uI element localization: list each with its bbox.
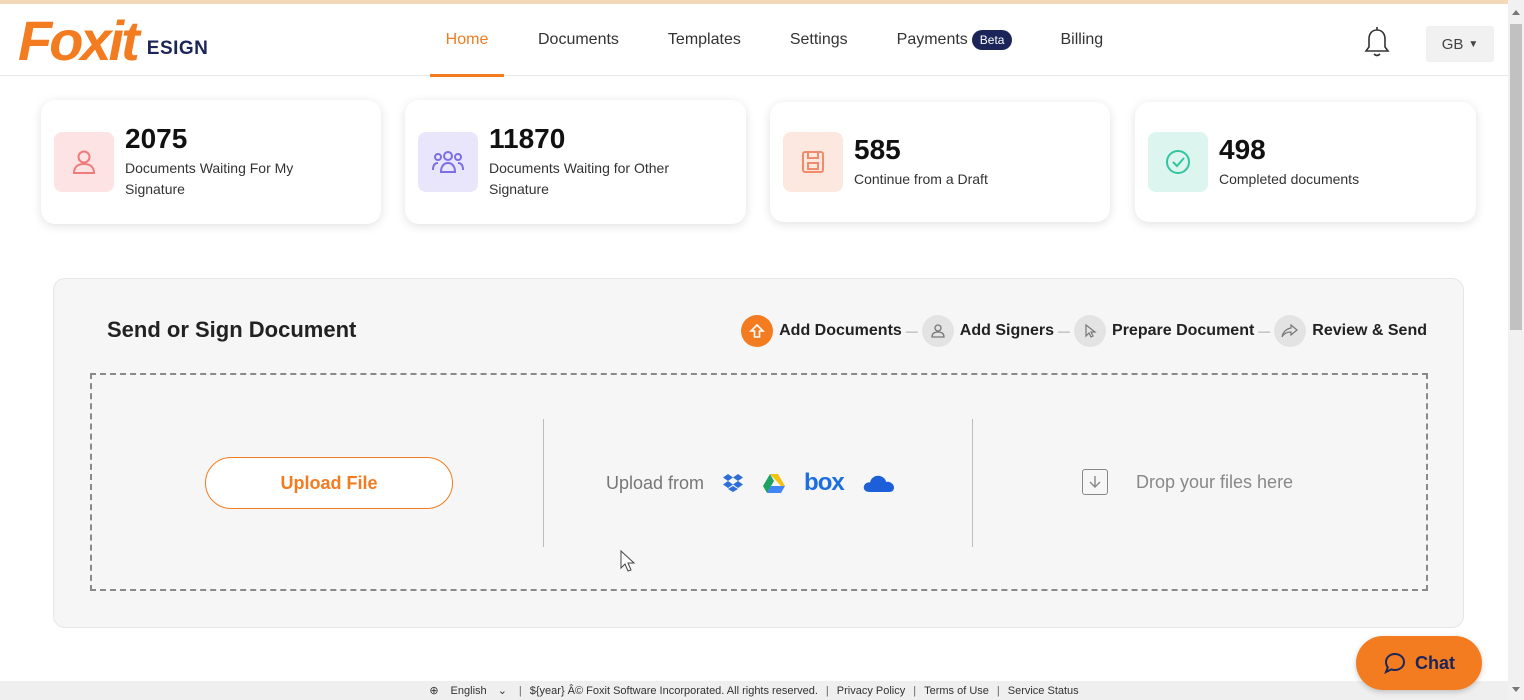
nav-settings-label: Settings (789, 31, 848, 48)
upload-from-label: Upload from (606, 472, 705, 493)
stat-label: Documents Waiting for Other Signature (489, 160, 669, 197)
save-icon (783, 132, 843, 192)
step-label: Review & Send (1312, 322, 1427, 339)
stat-card-waiting-other-signature[interactable]: 11870 Documents Waiting for Other Signat… (405, 100, 746, 224)
send-sign-panel: Send or Sign Document Add Documents — Ad… (53, 278, 1464, 628)
stat-text: 585 Continue from a Draft (854, 133, 988, 190)
step-indicator: Add Documents — Add Signers — Prepare Do… (741, 315, 1427, 347)
upload-file-label: Upload File (280, 472, 378, 493)
stat-value: 2075 (125, 123, 188, 154)
stat-card-drafts[interactable]: 585 Continue from a Draft (770, 102, 1110, 222)
chevron-down-icon: ⌄ (497, 685, 507, 697)
step-separator: — (905, 324, 918, 338)
upload-arrow-icon (741, 315, 774, 347)
dropbox-icon[interactable] (722, 473, 744, 493)
page-scrollbar[interactable] (1508, 0, 1524, 700)
separator: | (913, 684, 917, 697)
stat-label: Documents Waiting For My Signature (125, 160, 294, 197)
step-label: Add Documents (779, 322, 902, 339)
service-status-link[interactable]: Service Status (1008, 685, 1079, 697)
drop-files-area: Drop your files here (1082, 469, 1293, 495)
caret-down-icon: ▼ (1468, 38, 1479, 50)
chat-label: Chat (1415, 652, 1455, 673)
stat-value: 11870 (489, 123, 566, 154)
privacy-policy-link[interactable]: Privacy Policy (837, 685, 905, 697)
pointer-icon (1074, 315, 1107, 347)
nav-home[interactable]: Home (430, 4, 504, 77)
nav-settings[interactable]: Settings (790, 4, 848, 76)
nav-billing-label: Billing (1060, 31, 1104, 48)
nav-templates-label: Templates (667, 31, 741, 48)
chat-bubble-icon (1384, 652, 1406, 675)
step-label: Add Signers (959, 322, 1055, 339)
chat-button[interactable]: Chat (1356, 636, 1482, 690)
step-prepare-document: Prepare Document (1074, 315, 1254, 347)
stat-value: 585 (854, 133, 901, 165)
stat-label: Completed documents (1219, 170, 1360, 187)
user-initials: GB (1441, 35, 1464, 53)
globe-icon: ⊕ (429, 685, 439, 697)
separator: | (518, 684, 522, 697)
nav-templates[interactable]: Templates (668, 4, 741, 76)
scrollbar-thumb[interactable] (1510, 24, 1522, 330)
notifications-bell-icon[interactable] (1362, 26, 1392, 60)
step-add-signers: Add Signers (921, 315, 1055, 347)
main-nav: Home Documents Templates Settings Paymen… (430, 4, 1103, 77)
check-circle-icon (1148, 132, 1208, 192)
step-label: Prepare Document (1112, 322, 1255, 339)
step-review-send: Review & Send (1274, 315, 1427, 347)
divider (972, 419, 973, 547)
stat-text: 498 Completed documents (1219, 133, 1360, 190)
language-selector[interactable]: English ⌄ (447, 684, 511, 697)
drop-files-label: Drop your files here (1136, 471, 1294, 492)
stat-text: 2075 Documents Waiting For My Signature (125, 124, 325, 200)
box-icon[interactable]: box (804, 469, 845, 497)
user-menu-button[interactable]: GB ▼ (1426, 26, 1494, 62)
share-arrow-icon (1274, 315, 1307, 347)
scroll-up-arrow-icon[interactable] (1512, 10, 1520, 15)
users-icon (418, 132, 478, 192)
google-drive-icon[interactable] (762, 473, 786, 494)
top-header: Foxit ESIGN Home Documents Templates Set… (0, 0, 1508, 77)
nav-documents-label: Documents (538, 31, 619, 48)
stat-text: 11870 Documents Waiting for Other Signat… (489, 124, 689, 200)
divider (543, 419, 544, 547)
step-separator: — (1258, 324, 1271, 338)
download-icon (1082, 469, 1108, 495)
user-icon (54, 132, 114, 192)
terms-of-use-link[interactable]: Terms of Use (924, 685, 989, 697)
foxit-logo[interactable]: Foxit ESIGN (18, 9, 209, 72)
upload-from-providers: Upload from box (606, 469, 896, 497)
separator: | (996, 684, 1000, 697)
beta-badge: Beta (971, 30, 1013, 50)
copyright-text: ${year} Â© Foxit Software Incorporated. … (529, 684, 818, 697)
language-label: English (450, 685, 487, 697)
panel-title: Send or Sign Document (107, 317, 357, 342)
stat-card-waiting-my-signature[interactable]: 2075 Documents Waiting For My Signature (41, 100, 381, 224)
logo-subtitle: ESIGN (146, 38, 209, 59)
stat-card-completed[interactable]: 498 Completed documents (1135, 102, 1476, 222)
stat-label: Continue from a Draft (854, 170, 988, 187)
mouse-cursor-icon (620, 549, 636, 579)
nav-documents[interactable]: Documents (538, 4, 619, 76)
scroll-down-arrow-icon[interactable] (1512, 687, 1520, 692)
step-separator: — (1058, 324, 1071, 338)
stat-value: 498 (1219, 133, 1266, 165)
user-icon (921, 315, 954, 347)
nav-payments-label: Payments (896, 31, 968, 48)
separator: | (825, 684, 829, 697)
page-footer: ⊕ English ⌄ | ${year} Â© Foxit Software … (0, 681, 1508, 700)
onedrive-icon[interactable] (862, 473, 896, 493)
nav-home-label: Home (445, 31, 489, 48)
step-add-documents: Add Documents (741, 315, 902, 347)
nav-payments[interactable]: Payments Beta (897, 4, 1013, 76)
upload-file-button[interactable]: Upload File (205, 457, 453, 509)
logo-wordmark: Foxit (18, 9, 140, 72)
nav-billing[interactable]: Billing (1060, 4, 1103, 76)
file-dropzone[interactable]: Upload File Upload from box Drop your fi… (90, 373, 1428, 591)
